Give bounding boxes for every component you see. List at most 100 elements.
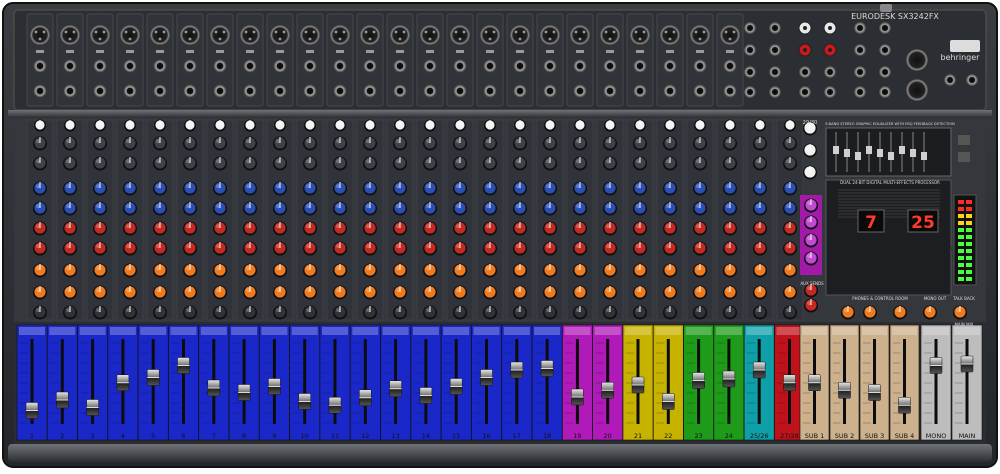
insert-jack[interactable] [63, 84, 77, 98]
output-jack[interactable] [799, 86, 811, 98]
phantom-switch[interactable] [276, 50, 284, 53]
insert-jack[interactable] [663, 84, 677, 98]
eq-band-slider[interactable] [877, 149, 883, 157]
xlr-input[interactable] [510, 25, 530, 45]
output-jack[interactable] [879, 86, 891, 98]
xlr-input[interactable] [30, 25, 50, 45]
line-input-jack[interactable] [513, 59, 527, 73]
output-jack[interactable] [744, 22, 756, 34]
insert-jack[interactable] [93, 84, 107, 98]
line-input-jack[interactable] [693, 59, 707, 73]
line-input-jack[interactable] [393, 59, 407, 73]
insert-jack[interactable] [633, 84, 647, 98]
stereo-channel-strip-buttons[interactable] [776, 327, 803, 335]
stereo-channel-strip-buttons[interactable] [746, 327, 773, 335]
subgroup-strip-buttons[interactable] [832, 327, 857, 335]
mono-channel-strip-buttons[interactable] [594, 327, 621, 335]
output-jack[interactable] [854, 22, 866, 34]
mono-channel-strip-buttons[interactable] [352, 327, 379, 335]
insert-jack[interactable] [423, 84, 437, 98]
output-jack[interactable] [879, 66, 891, 78]
mono-channel-strip-buttons[interactable] [19, 327, 45, 335]
insert-jack[interactable] [393, 84, 407, 98]
phantom-switch[interactable] [426, 50, 434, 53]
xlr-input[interactable] [600, 25, 620, 45]
eq-button[interactable] [958, 152, 970, 162]
output-jack[interactable] [879, 22, 891, 34]
line-input-jack[interactable] [183, 59, 197, 73]
insert-jack[interactable] [453, 84, 467, 98]
mono-channel-strip-buttons[interactable] [200, 327, 227, 335]
output-jack[interactable] [854, 66, 866, 78]
insert-jack[interactable] [333, 84, 347, 98]
phantom-switch[interactable] [666, 50, 674, 53]
phantom-switch[interactable] [96, 50, 104, 53]
line-input-jack[interactable] [153, 59, 167, 73]
mono-channel-strip-buttons[interactable] [170, 327, 197, 335]
insert-jack[interactable] [213, 84, 227, 98]
phantom-switch[interactable] [546, 50, 554, 53]
master-strip-buttons[interactable] [923, 327, 949, 335]
line-input-jack[interactable] [273, 59, 287, 73]
mono-channel-strip-buttons[interactable] [140, 327, 167, 335]
mono-channel-strip-buttons[interactable] [322, 327, 348, 335]
insert-jack[interactable] [363, 84, 377, 98]
line-input-jack[interactable] [663, 59, 677, 73]
line-input-jack[interactable] [33, 59, 47, 73]
subgroup-strip-buttons[interactable] [892, 327, 917, 335]
xlr-input[interactable] [570, 25, 590, 45]
xlr-input[interactable] [390, 25, 410, 45]
subgroup-strip-buttons[interactable] [802, 327, 827, 335]
eq-band-slider[interactable] [844, 149, 850, 157]
line-input-jack[interactable] [423, 59, 437, 73]
phantom-switch[interactable] [456, 50, 464, 53]
phantom-switch[interactable] [366, 50, 374, 53]
phantom-switch[interactable] [636, 50, 644, 53]
xlr-input[interactable] [690, 25, 710, 45]
insert-jack[interactable] [33, 84, 47, 98]
insert-jack[interactable] [303, 84, 317, 98]
insert-jack[interactable] [123, 84, 137, 98]
xlr-input[interactable] [60, 25, 80, 45]
insert-jack[interactable] [573, 84, 587, 98]
insert-jack[interactable] [543, 84, 557, 98]
eq-button[interactable] [958, 135, 970, 145]
line-input-jack[interactable] [603, 59, 617, 73]
output-jack[interactable] [854, 86, 866, 98]
output-jack[interactable] [744, 44, 756, 56]
mono-channel-strip-buttons[interactable] [685, 327, 712, 335]
phantom-switch[interactable] [36, 50, 44, 53]
eq-band-slider[interactable] [888, 152, 894, 160]
output-jack[interactable] [769, 86, 781, 98]
phantom-switch[interactable] [726, 50, 734, 53]
xlr-input[interactable] [90, 25, 110, 45]
phantom-switch[interactable] [516, 50, 524, 53]
xlr-input[interactable] [720, 25, 740, 45]
output-jack[interactable] [744, 66, 756, 78]
output-jack[interactable] [824, 86, 836, 98]
phantom-switch[interactable] [126, 50, 134, 53]
insert-jack[interactable] [273, 84, 287, 98]
phantom-switch[interactable] [66, 50, 74, 53]
mono-channel-strip-buttons[interactable] [715, 327, 742, 335]
phantom-switch[interactable] [246, 50, 254, 53]
eq-band-slider[interactable] [921, 152, 927, 160]
phantom-switch[interactable] [156, 50, 164, 53]
main-out-xlr-right[interactable] [906, 79, 928, 101]
line-input-jack[interactable] [483, 59, 497, 73]
mono-channel-strip-buttons[interactable] [291, 327, 318, 335]
xlr-input[interactable] [450, 25, 470, 45]
mono-channel-strip-buttons[interactable] [49, 327, 76, 335]
mono-channel-strip-buttons[interactable] [473, 327, 500, 335]
xlr-input[interactable] [330, 25, 350, 45]
eq-band-slider[interactable] [899, 146, 905, 154]
subgroup-strip-buttons[interactable] [862, 327, 887, 335]
xlr-input[interactable] [300, 25, 320, 45]
xlr-input[interactable] [360, 25, 380, 45]
phantom-switch[interactable] [576, 50, 584, 53]
insert-jack[interactable] [693, 84, 707, 98]
insert-jack[interactable] [603, 84, 617, 98]
phantom-switch[interactable] [336, 50, 344, 53]
insert-jack[interactable] [153, 84, 167, 98]
line-input-jack[interactable] [363, 59, 377, 73]
